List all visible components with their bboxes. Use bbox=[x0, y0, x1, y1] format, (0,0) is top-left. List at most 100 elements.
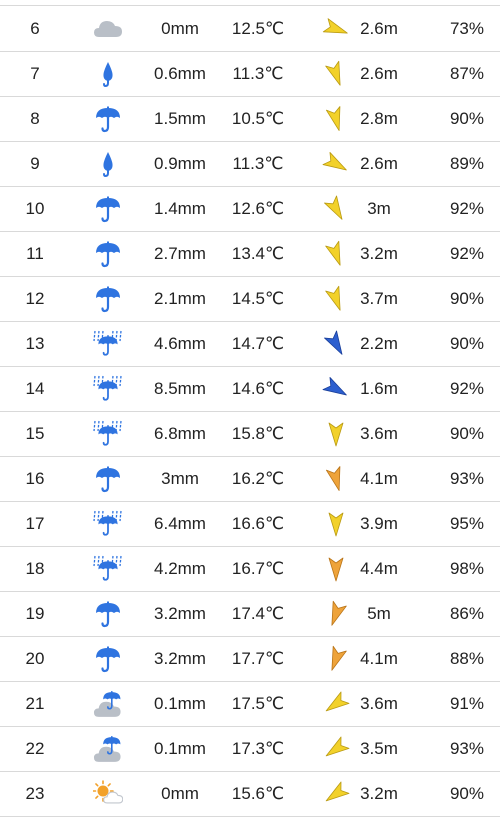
humidity-value: 91% bbox=[449, 694, 484, 713]
hour-label: 15 bbox=[25, 424, 45, 443]
umbrella-rain-icon bbox=[78, 321, 138, 366]
wind-direction-icon bbox=[318, 96, 354, 141]
humidity-value: 90% bbox=[449, 424, 484, 443]
precipitation-value: 0mm bbox=[161, 784, 199, 803]
humidity-value: 90% bbox=[449, 334, 484, 353]
humidity-value: 92% bbox=[449, 199, 484, 218]
precipitation-value: 8.5mm bbox=[154, 379, 206, 398]
precipitation-value: 1.5mm bbox=[154, 109, 206, 128]
temperature-value: 16.6℃ bbox=[231, 514, 285, 533]
table-row: 11 2.7mm 13.4℃ 3.2m 92% bbox=[0, 231, 500, 277]
hour-label: 10 bbox=[25, 199, 45, 218]
hourly-forecast-table: 6 0mm 12.5℃ 2.6m 73% 7 0.6mm 11.3℃ 2.6m 87% 8 1.5mm… bbox=[0, 0, 500, 818]
hour-label: 8 bbox=[30, 109, 40, 128]
umbrella-icon bbox=[78, 456, 138, 501]
umbrella-icon bbox=[78, 186, 138, 231]
wind-direction-icon bbox=[318, 6, 354, 51]
precipitation-value: 3.2mm bbox=[154, 649, 206, 668]
umbrella-rain-icon bbox=[78, 501, 138, 546]
hour-label: 12 bbox=[25, 289, 45, 308]
wind-direction-icon bbox=[318, 141, 354, 186]
wind-direction-icon bbox=[318, 411, 354, 456]
temperature-value: 16.7℃ bbox=[231, 559, 285, 578]
table-row: 13 4.6mm 14.7℃ 2.2m 90% bbox=[0, 321, 500, 367]
wind-speed-value: 3.7m bbox=[360, 289, 398, 308]
wind-direction-icon bbox=[318, 51, 354, 96]
table-row: 10 1.4mm 12.6℃ 3m 92% bbox=[0, 186, 500, 232]
hour-label: 6 bbox=[30, 19, 40, 38]
humidity-value: 93% bbox=[449, 739, 484, 758]
precipitation-value: 0.1mm bbox=[154, 694, 206, 713]
raindrop-icon bbox=[78, 141, 138, 186]
sun-cloud-icon bbox=[78, 771, 138, 816]
temperature-value: 17.3℃ bbox=[231, 739, 285, 758]
humidity-value: 90% bbox=[449, 109, 484, 128]
wind-speed-value: 3m bbox=[367, 199, 391, 218]
temperature-value: 17.5℃ bbox=[231, 694, 285, 713]
precipitation-value: 3.2mm bbox=[154, 604, 206, 623]
humidity-value: 98% bbox=[449, 559, 484, 578]
wind-direction-icon bbox=[318, 456, 354, 501]
precipitation-value: 0mm bbox=[161, 19, 199, 38]
hour-label: 18 bbox=[25, 559, 45, 578]
wind-direction-icon bbox=[318, 591, 354, 636]
hour-label: 11 bbox=[26, 244, 44, 263]
wind-speed-value: 1.6m bbox=[360, 379, 398, 398]
precipitation-value: 1.4mm bbox=[154, 199, 206, 218]
table-row: 23 0mm 15.6℃ 3.2m 90% bbox=[0, 771, 500, 817]
wind-direction-icon bbox=[318, 186, 354, 231]
umbrella-icon bbox=[78, 636, 138, 681]
precipitation-value: 0.6mm bbox=[154, 64, 206, 83]
wind-direction-icon bbox=[318, 636, 354, 681]
raindrop-icon bbox=[78, 51, 138, 96]
temperature-value: 10.5℃ bbox=[231, 109, 285, 128]
wind-direction-icon bbox=[318, 231, 354, 276]
precipitation-value: 0.1mm bbox=[154, 739, 206, 758]
wind-speed-value: 3.2m bbox=[360, 784, 398, 803]
temperature-value: 13.4℃ bbox=[231, 244, 285, 263]
temperature-value: 15.8℃ bbox=[231, 424, 285, 443]
umbrella-rain-icon bbox=[78, 546, 138, 591]
table-row: 8 1.5mm 10.5℃ 2.8m 90% bbox=[0, 96, 500, 142]
humidity-value: 95% bbox=[449, 514, 484, 533]
wind-direction-icon bbox=[318, 366, 354, 411]
humidity-value: 87% bbox=[449, 64, 484, 83]
precipitation-value: 3mm bbox=[161, 469, 199, 488]
wind-speed-value: 5m bbox=[367, 604, 391, 623]
cloud-umbrella-icon bbox=[78, 681, 138, 726]
wind-speed-value: 2.2m bbox=[360, 334, 398, 353]
hour-label: 9 bbox=[30, 154, 40, 173]
table-row: 21 0.1mm 17.5℃ 3.6m 91% bbox=[0, 681, 500, 727]
hour-label: 16 bbox=[25, 469, 45, 488]
wind-direction-icon bbox=[318, 771, 354, 816]
hour-label: 17 bbox=[25, 514, 45, 533]
wind-speed-value: 3.5m bbox=[360, 739, 398, 758]
hour-label: 13 bbox=[25, 334, 45, 353]
table-row: 20 3.2mm 17.7℃ 4.1m 88% bbox=[0, 636, 500, 682]
wind-speed-value: 4.1m bbox=[360, 469, 398, 488]
humidity-value: 88% bbox=[449, 649, 484, 668]
temperature-value: 16.2℃ bbox=[231, 469, 285, 488]
wind-speed-value: 2.8m bbox=[360, 109, 398, 128]
table-row: 9 0.9mm 11.3℃ 2.6m 89% bbox=[0, 141, 500, 187]
precipitation-value: 2.1mm bbox=[154, 289, 206, 308]
humidity-value: 90% bbox=[449, 784, 484, 803]
umbrella-icon bbox=[78, 276, 138, 321]
wind-direction-icon bbox=[318, 681, 354, 726]
humidity-value: 90% bbox=[449, 289, 484, 308]
wind-speed-value: 2.6m bbox=[360, 19, 398, 38]
table-row: 15 6.8mm 15.8℃ 3.6m 90% bbox=[0, 411, 500, 457]
wind-speed-value: 3.6m bbox=[360, 424, 398, 443]
table-row: 14 8.5mm 14.6℃ 1.6m 92% bbox=[0, 366, 500, 412]
precipitation-value: 6.8mm bbox=[154, 424, 206, 443]
wind-speed-value: 2.6m bbox=[360, 64, 398, 83]
hour-label: 21 bbox=[25, 694, 45, 713]
table-row: 22 0.1mm 17.3℃ 3.5m 93% bbox=[0, 726, 500, 772]
humidity-value: 86% bbox=[449, 604, 484, 623]
table-row: 16 3mm 16.2℃ 4.1m 93% bbox=[0, 456, 500, 502]
precipitation-value: 4.6mm bbox=[154, 334, 206, 353]
humidity-value: 89% bbox=[449, 154, 484, 173]
wind-speed-value: 4.4m bbox=[360, 559, 398, 578]
precipitation-value: 4.2mm bbox=[154, 559, 206, 578]
wind-speed-value: 4.1m bbox=[360, 649, 398, 668]
